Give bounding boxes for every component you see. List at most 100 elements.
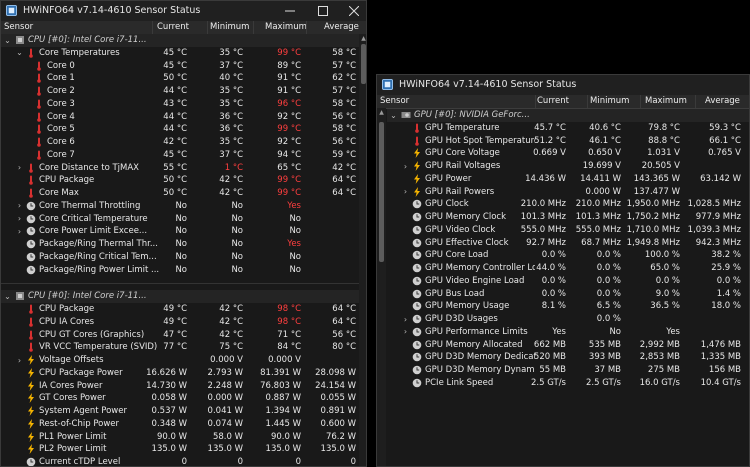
- sensor-row[interactable]: GPU Power 14.436 W 14.411 W 143.365 W 63.142…: [387, 173, 749, 186]
- sensor-row[interactable]: Core 1 50 °C 40 °C 91 °C 62 °C: [1, 72, 366, 85]
- vertical-scrollbar[interactable]: ▲: [359, 34, 366, 466]
- col-minimum[interactable]: Minimum: [210, 22, 249, 32]
- sensor-row[interactable]: › Core Thermal Throttling No No Yes: [1, 200, 366, 213]
- column-divider[interactable]: [207, 21, 208, 34]
- sensor-row[interactable]: Core 2 44 °C 35 °C 91 °C 57 °C: [1, 85, 366, 98]
- minimize-button[interactable]: [276, 1, 304, 21]
- sensor-row[interactable]: VR VCC Temperature (SVID) 77 °C 75 °C 84 °C…: [1, 341, 366, 354]
- sensor-group-header[interactable]: ⌄ CPU [#0]: Intel Core i7-11...: [1, 290, 366, 303]
- sensor-row[interactable]: GPU Hot Spot Temperature 51.2 °C 46.1 °C 88…: [387, 135, 749, 148]
- title-bar[interactable]: HWiNFO64 v7.14-4610 Sensor Status: [1, 1, 366, 21]
- sensor-row[interactable]: System Agent Power 0.537 W 0.041 W 1.394 W 0…: [1, 405, 366, 418]
- sensor-row[interactable]: GPU Memory Usage 8.1 % 6.5 % 36.5 % 18.0 %: [387, 300, 749, 313]
- scroll-up-icon[interactable]: ▲: [377, 108, 386, 117]
- sensor-row[interactable]: › Core Distance to TjMAX 55 °C 1 °C 65 °C 42 …: [1, 162, 366, 175]
- scrollbar-thumb[interactable]: [379, 122, 384, 262]
- sensor-row[interactable]: GPU Core Load 0.0 % 0.0 % 100.0 % 38.2 %: [387, 249, 749, 262]
- column-divider[interactable]: [640, 95, 641, 108]
- expand-chevron-icon[interactable]: ›: [15, 162, 24, 174]
- col-current[interactable]: Current: [157, 22, 189, 32]
- sensor-window-cpu[interactable]: HWiNFO64 v7.14-4610 Sensor Status Sensor…: [0, 0, 367, 467]
- sensor-row[interactable]: CPU Package Power 16.626 W 2.793 W 81.391 W…: [1, 367, 366, 380]
- expand-chevron-icon[interactable]: ›: [401, 326, 410, 338]
- sensor-group-header[interactable]: ⌄ CPU [#0]: Intel Core i7-11...: [1, 34, 366, 47]
- sensor-row[interactable]: PL1 Power Limit 90.0 W 58.0 W 90.0 W 76.2 W: [1, 431, 366, 444]
- collapse-chevron-icon[interactable]: ⌄: [15, 47, 24, 59]
- column-divider[interactable]: [695, 95, 696, 108]
- expand-chevron-icon[interactable]: ›: [401, 160, 410, 172]
- col-maximum[interactable]: Maximum: [645, 96, 687, 106]
- sensor-row[interactable]: CPU GT Cores (Graphics) 47 °C 42 °C 71 °C 56…: [1, 329, 366, 342]
- sensor-row[interactable]: Current cTDP Level 0 0 0 0: [1, 456, 366, 466]
- col-current[interactable]: Current: [537, 96, 569, 106]
- collapse-chevron-icon[interactable]: ⌄: [389, 109, 398, 121]
- col-sensor[interactable]: Sensor: [380, 96, 409, 106]
- column-divider[interactable]: [587, 95, 588, 108]
- sensor-row[interactable]: GPU Effective Clock 92.7 MHz 68.7 MHz 1,949…: [387, 237, 749, 250]
- maximize-button[interactable]: [309, 1, 337, 21]
- sensor-row[interactable]: Core 4 44 °C 36 °C 92 °C 56 °C: [1, 111, 366, 124]
- sensor-row[interactable]: CPU Package 49 °C 42 °C 98 °C 64 °C: [1, 303, 366, 316]
- sensor-row[interactable]: GPU D3D Memory Dynamic 55 MB 37 MB 275 MB 15…: [387, 364, 749, 377]
- sensor-row[interactable]: GPU D3D Memory Dedicated520 MB 393 MB 2,85…: [387, 351, 749, 364]
- column-divider[interactable]: [152, 21, 153, 34]
- collapse-chevron-icon[interactable]: ⌄: [3, 290, 12, 302]
- sensor-row[interactable]: Core 3 43 °C 35 °C 96 °C 58 °C: [1, 98, 366, 111]
- sensor-row[interactable]: CPU Package 50 °C 42 °C 99 °C 64 °C: [1, 174, 366, 187]
- sensor-row[interactable]: › GPU Rail Voltages 19.699 V 20.505 V: [387, 160, 749, 173]
- sensor-row[interactable]: › Voltage Offsets 0.000 V 0.000 V: [1, 354, 366, 367]
- sensor-row[interactable]: Rest-of-Chip Power 0.348 W 0.074 W 1.445 W 0…: [1, 418, 366, 431]
- col-average[interactable]: Average: [705, 96, 740, 106]
- sensor-list[interactable]: ⌄ CPU [#0]: Intel Core i7-11... ⌄ Core Temp…: [1, 34, 366, 466]
- sensor-row[interactable]: Core 5 44 °C 36 °C 99 °C 58 °C: [1, 123, 366, 136]
- col-maximum[interactable]: Maximum: [265, 22, 307, 32]
- sensor-row[interactable]: GPU Video Engine Load 0.0 % 0.0 % 0.0 % 0.0 …: [387, 275, 749, 288]
- col-minimum[interactable]: Minimum: [590, 96, 629, 106]
- sensor-row[interactable]: GPU Clock 210.0 MHz 210.0 MHz 1,950.0 MHz 1,…: [387, 198, 749, 211]
- sensor-row[interactable]: › GPU D3D Usages 0.0 %: [387, 313, 749, 326]
- sensor-row[interactable]: GPU Temperature 45.7 °C 40.6 °C 79.8 °C 59.3…: [387, 122, 749, 135]
- expand-chevron-icon[interactable]: ›: [401, 313, 410, 325]
- sensor-group-header[interactable]: ⌄ GPU [#0]: NVIDIA GeForc...: [387, 109, 749, 122]
- sensor-row[interactable]: GPU Memory Allocated 662 MB 535 MB 2,992 MB…: [387, 339, 749, 352]
- sensor-row[interactable]: Core 0 45 °C 37 °C 89 °C 57 °C: [1, 60, 366, 73]
- collapse-chevron-icon[interactable]: ⌄: [3, 34, 12, 46]
- sensor-row[interactable]: GPU Video Clock 555.0 MHz 555.0 MHz 1,710.0…: [387, 224, 749, 237]
- col-sensor[interactable]: Sensor: [4, 22, 33, 32]
- col-average[interactable]: Average: [324, 22, 359, 32]
- expand-chevron-icon[interactable]: ›: [15, 213, 24, 225]
- sensor-row[interactable]: Package/Ring Critical Tem... No No No: [1, 251, 366, 264]
- expand-chevron-icon[interactable]: ›: [401, 186, 410, 198]
- sensor-row[interactable]: Core Max 50 °C 42 °C 99 °C 64 °C: [1, 187, 366, 200]
- scroll-up-icon[interactable]: ▲: [359, 34, 366, 43]
- sensor-row[interactable]: ⌄ Core Temperatures 45 °C 35 °C 99 °C 58 °C: [1, 47, 366, 60]
- sensor-row[interactable]: › GPU Rail Powers 0.000 W 137.477 W: [387, 186, 749, 199]
- sensor-row[interactable]: GPU Bus Load 0.0 % 0.0 % 9.0 % 1.4 %: [387, 288, 749, 301]
- sensor-row[interactable]: GT Cores Power 0.058 W 0.000 W 0.887 W 0.055…: [1, 392, 366, 405]
- sensor-row[interactable]: › Core Critical Temperature No No No: [1, 213, 366, 226]
- sensor-row[interactable]: PCIe Link Speed 2.5 GT/s 2.5 GT/s 16.0 GT/s…: [387, 377, 749, 390]
- sensor-window-gpu[interactable]: HWiNFO64 v7.14-4610 Sensor Status Sensor…: [376, 74, 750, 467]
- expand-chevron-icon[interactable]: ›: [15, 200, 24, 212]
- sensor-row[interactable]: Package/Ring Thermal Thr... No No Yes: [1, 238, 366, 251]
- sensor-row[interactable]: Package/Ring Power Limit ... No No No: [1, 264, 366, 277]
- sensor-row[interactable]: CPU IA Cores 49 °C 42 °C 98 °C 64 °C: [1, 316, 366, 329]
- sensor-row[interactable]: GPU Memory Clock 101.3 MHz 101.3 MHz 1,750.…: [387, 211, 749, 224]
- sensor-row[interactable]: IA Cores Power 14.730 W 2.248 W 76.803 W 24.…: [1, 380, 366, 393]
- close-button[interactable]: [340, 1, 366, 21]
- sensor-row[interactable]: Core 6 42 °C 35 °C 92 °C 56 °C: [1, 136, 366, 149]
- column-divider[interactable]: [253, 21, 254, 34]
- sensor-row[interactable]: PL2 Power Limit 135.0 W 135.0 W 135.0 W 135.…: [1, 443, 366, 456]
- sensor-row[interactable]: › GPU Performance Limits Yes No Yes: [387, 326, 749, 339]
- sensor-list[interactable]: ⌄ GPU [#0]: NVIDIA GeForc... GPU Temperatu…: [387, 109, 749, 390]
- column-divider[interactable]: [535, 95, 536, 108]
- sensor-row[interactable]: Core 7 45 °C 37 °C 94 °C 59 °C: [1, 149, 366, 162]
- sensor-row[interactable]: GPU Memory Controller Lo... 44.0 % 0.0 % 65…: [387, 262, 749, 275]
- sensor-row[interactable]: GPU Core Voltage 0.669 V 0.650 V 1.031 V 0.7…: [387, 147, 749, 160]
- sensor-row[interactable]: › Core Power Limit Excee... No No No: [1, 225, 366, 238]
- expand-chevron-icon[interactable]: ›: [15, 354, 24, 366]
- vertical-scrollbar[interactable]: ▲: [377, 108, 386, 466]
- title-bar[interactable]: HWiNFO64 v7.14-4610 Sensor Status: [377, 75, 749, 95]
- expand-chevron-icon[interactable]: ›: [15, 225, 24, 237]
- column-divider[interactable]: [306, 21, 307, 34]
